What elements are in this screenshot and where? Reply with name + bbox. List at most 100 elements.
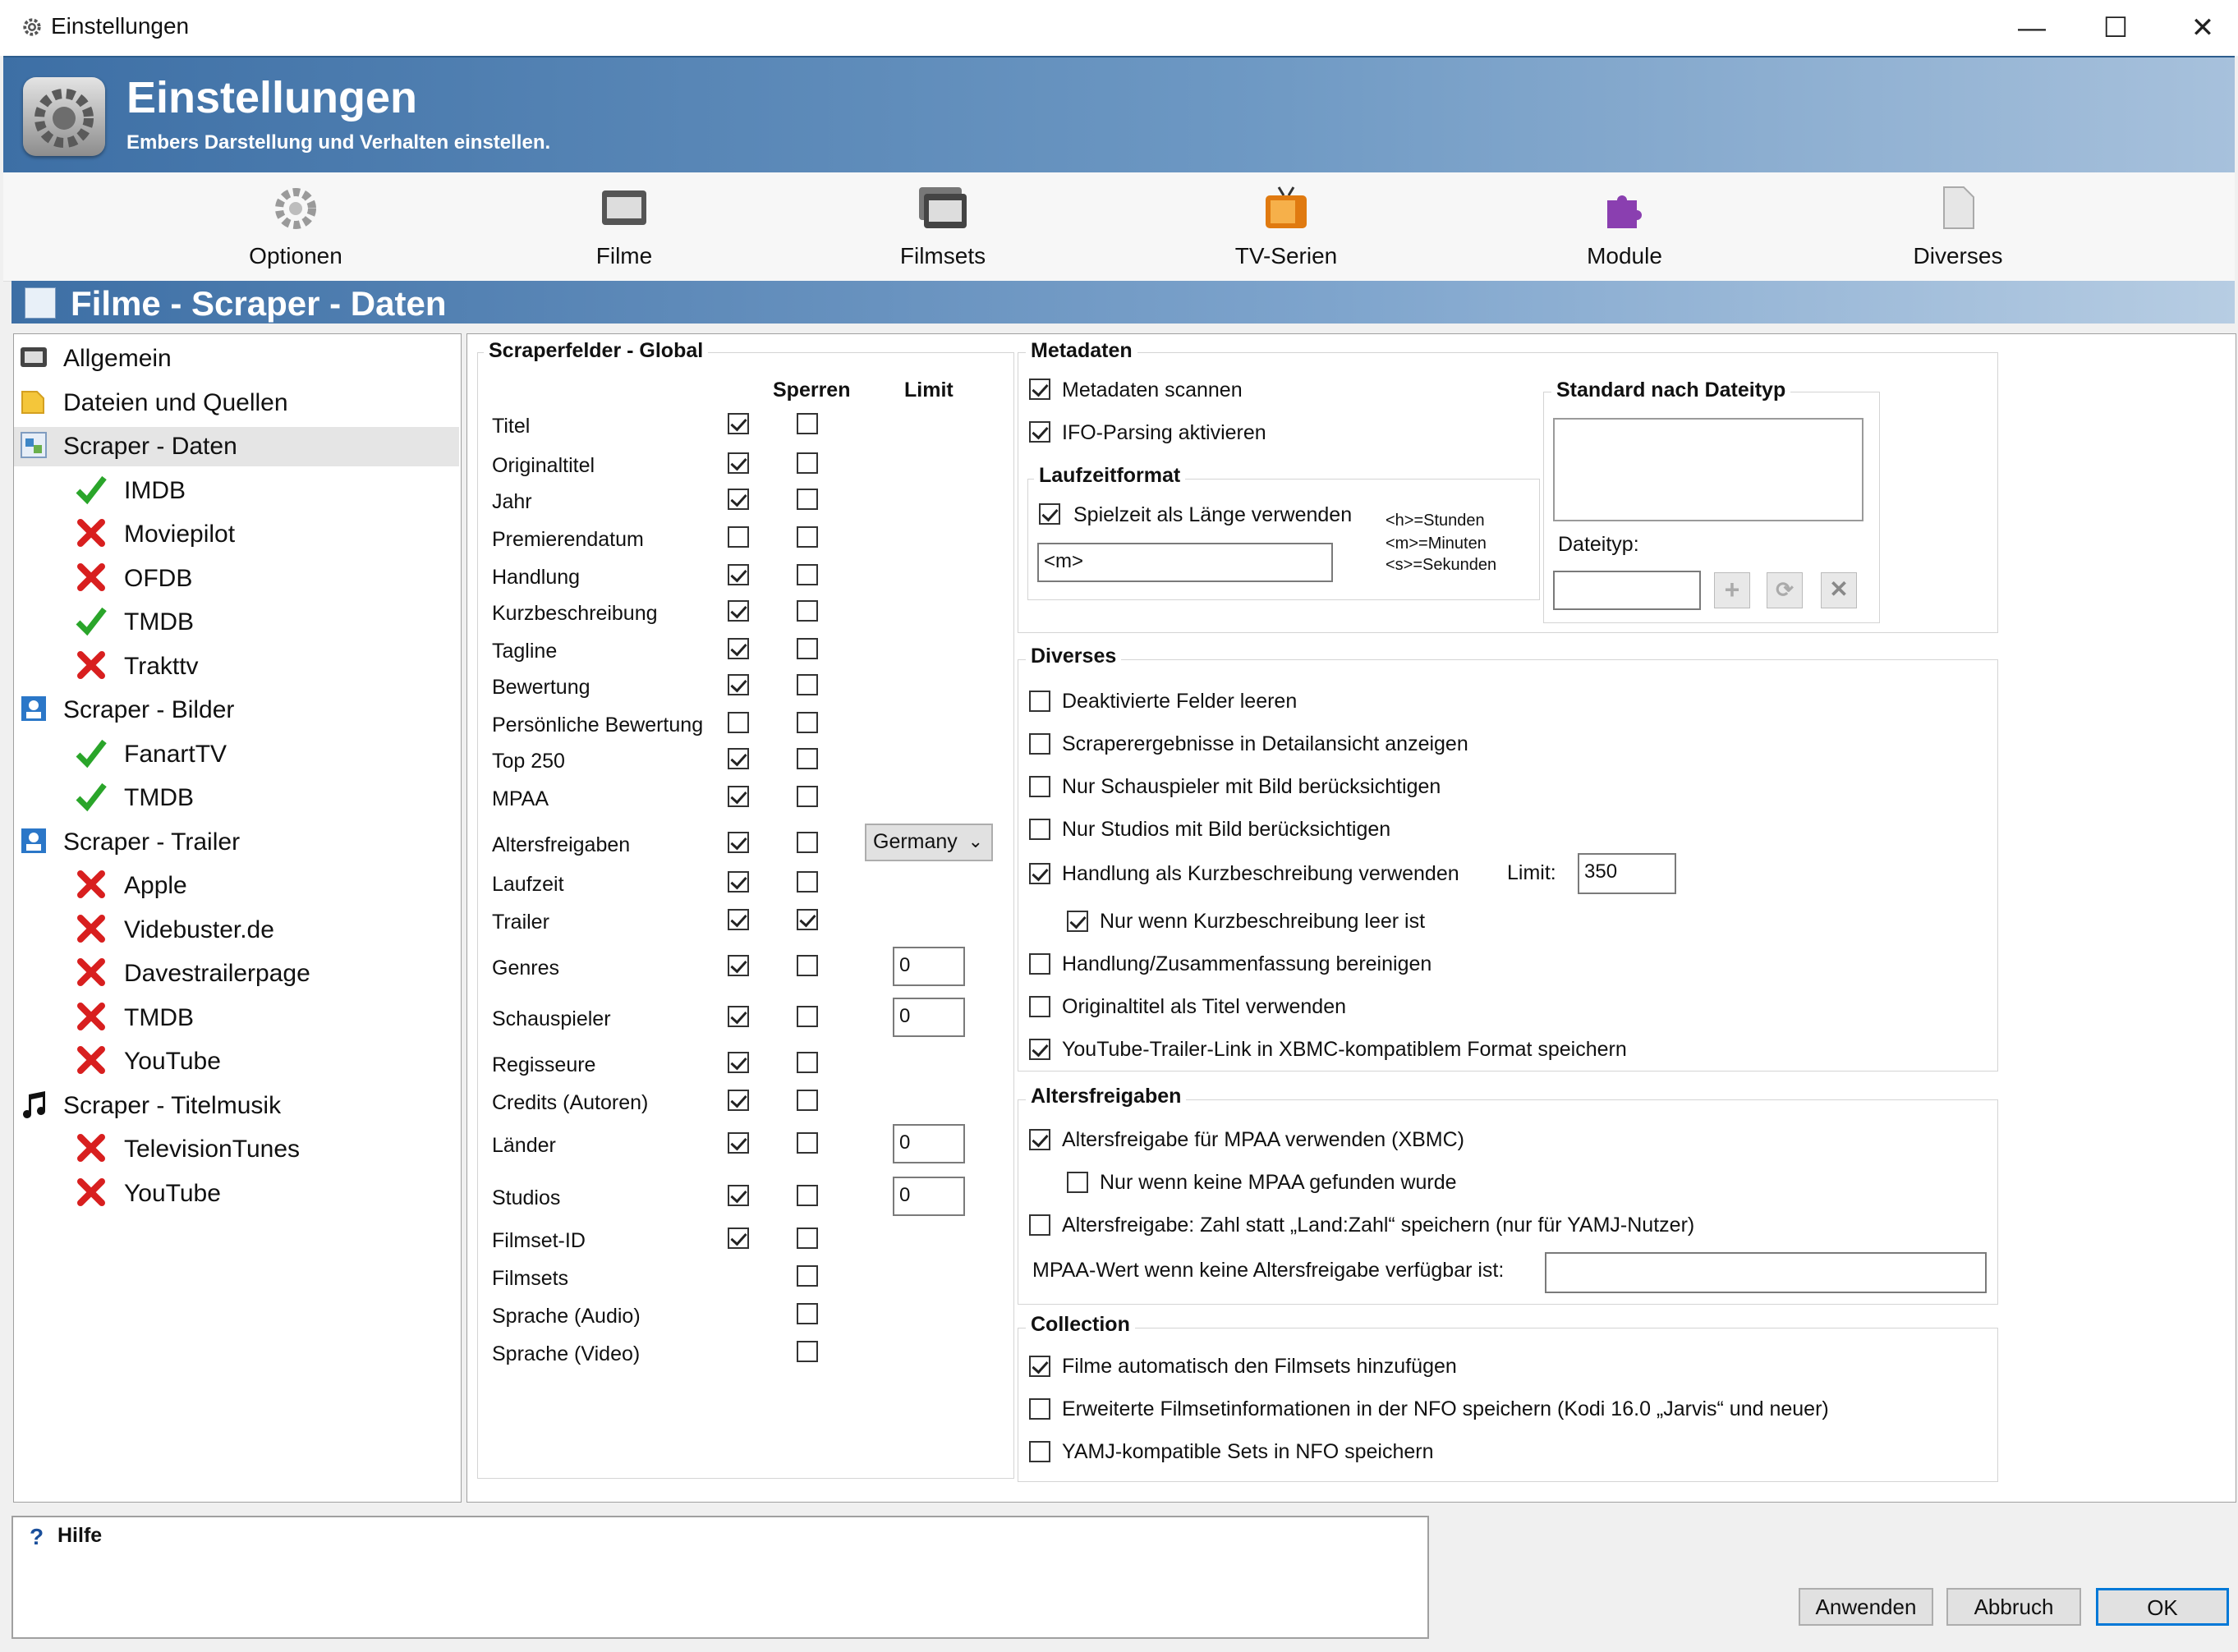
field-enabled-checkbox[interactable] <box>728 489 749 510</box>
field-enabled-checkbox[interactable] <box>728 748 749 769</box>
option-checkbox[interactable] <box>1067 1172 1088 1193</box>
option-checkbox[interactable] <box>1029 691 1050 712</box>
option-checkbox[interactable] <box>1029 1441 1050 1462</box>
toolbar-filmsets[interactable]: Filmsets <box>844 184 1041 276</box>
field-lock-checkbox[interactable] <box>797 452 818 474</box>
field-enabled-checkbox[interactable] <box>728 452 749 474</box>
tree-item[interactable]: Scraper - Bilder <box>14 691 459 730</box>
field-lock-checkbox[interactable] <box>797 871 818 893</box>
laufzeit-format-field[interactable]: <m> <box>1037 543 1333 582</box>
field-lock-checkbox[interactable] <box>797 413 818 434</box>
field-lock-checkbox[interactable] <box>797 1052 818 1073</box>
field-enabled-checkbox[interactable] <box>728 1185 749 1206</box>
field-lock-checkbox[interactable] <box>797 909 818 930</box>
field-limit-input[interactable]: 0 <box>893 1124 965 1163</box>
tree-item[interactable]: Videbuster.de <box>14 911 459 950</box>
field-enabled-checkbox[interactable] <box>728 1006 749 1027</box>
option-checkbox[interactable] <box>1029 1214 1050 1236</box>
tree-item[interactable]: Moviepilot <box>14 515 459 554</box>
tree-item[interactable]: TMDB <box>14 603 459 642</box>
dateityp-field[interactable] <box>1553 571 1701 610</box>
field-lock-checkbox[interactable] <box>797 564 818 585</box>
field-enabled-checkbox[interactable] <box>728 600 749 622</box>
option-checkbox[interactable] <box>1029 776 1050 797</box>
close-button[interactable]: ✕ <box>2170 7 2236 49</box>
field-enabled-checkbox[interactable] <box>728 1090 749 1111</box>
field-enabled-checkbox[interactable] <box>728 1228 749 1249</box>
field-enabled-checkbox[interactable] <box>728 638 749 659</box>
field-lock-checkbox[interactable] <box>797 786 818 807</box>
field-enabled-checkbox[interactable] <box>728 955 749 976</box>
field-lock-checkbox[interactable] <box>797 1006 818 1027</box>
field-lock-checkbox[interactable] <box>797 526 818 548</box>
field-lock-checkbox[interactable] <box>797 832 818 853</box>
field-limit-input[interactable]: 0 <box>893 1177 965 1216</box>
tree-item[interactable]: IMDB <box>14 471 459 511</box>
field-lock-checkbox[interactable] <box>797 1303 818 1324</box>
limit-field[interactable]: 350 <box>1578 853 1676 894</box>
ifo-parsing-checkbox[interactable] <box>1029 421 1050 443</box>
field-lock-checkbox[interactable] <box>797 674 818 695</box>
add-button[interactable]: + <box>1714 572 1750 608</box>
mpaa-fallback-field[interactable] <box>1545 1252 1987 1293</box>
option-checkbox[interactable] <box>1067 911 1088 932</box>
remove-button[interactable]: ✕ <box>1821 572 1857 608</box>
field-enabled-checkbox[interactable] <box>728 871 749 893</box>
option-checkbox[interactable] <box>1029 1398 1050 1420</box>
field-lock-checkbox[interactable] <box>797 1185 818 1206</box>
edit-button[interactable]: ⟳ <box>1767 572 1803 608</box>
toolbar-filme[interactable]: Filme <box>526 184 723 276</box>
field-lock-checkbox[interactable] <box>797 638 818 659</box>
field-lock-checkbox[interactable] <box>797 489 818 510</box>
option-checkbox[interactable] <box>1029 1039 1050 1060</box>
ok-button[interactable]: OK <box>2096 1588 2229 1626</box>
field-limit-input[interactable]: 0 <box>893 947 965 986</box>
toolbar-optionen[interactable]: Optionen <box>197 184 394 276</box>
field-lock-checkbox[interactable] <box>797 1090 818 1111</box>
apply-button[interactable]: Anwenden <box>1799 1588 1933 1626</box>
tree-item[interactable]: TelevisionTunes <box>14 1130 459 1169</box>
field-lock-checkbox[interactable] <box>797 955 818 976</box>
field-enabled-checkbox[interactable] <box>728 526 749 548</box>
tree-item[interactable]: Trakttv <box>14 647 459 686</box>
spielzeit-checkbox[interactable] <box>1039 503 1060 525</box>
tree-item[interactable]: Scraper - Trailer <box>14 823 459 862</box>
option-checkbox[interactable] <box>1029 1356 1050 1377</box>
field-enabled-checkbox[interactable] <box>728 832 749 853</box>
dateityp-list[interactable] <box>1553 418 1863 521</box>
tree-item[interactable]: Scraper - Titelmusik <box>14 1086 459 1126</box>
field-enabled-checkbox[interactable] <box>728 1132 749 1154</box>
country-dropdown[interactable]: Germany ⌄ <box>865 824 993 861</box>
option-checkbox[interactable] <box>1029 863 1050 884</box>
option-checkbox[interactable] <box>1029 819 1050 840</box>
field-enabled-checkbox[interactable] <box>728 413 749 434</box>
tree-item[interactable]: YouTube <box>14 1174 459 1214</box>
minimize-button[interactable]: — <box>1999 7 2065 49</box>
tree-item[interactable]: Dateien und Quellen <box>14 383 459 423</box>
field-enabled-checkbox[interactable] <box>728 909 749 930</box>
tree-item[interactable]: TMDB <box>14 998 459 1038</box>
field-enabled-checkbox[interactable] <box>728 786 749 807</box>
field-lock-checkbox[interactable] <box>797 1341 818 1362</box>
field-lock-checkbox[interactable] <box>797 600 818 622</box>
tree-item[interactable]: Davestrailerpage <box>14 954 459 993</box>
field-enabled-checkbox[interactable] <box>728 674 749 695</box>
maximize-button[interactable]: ☐ <box>2083 7 2148 49</box>
option-checkbox[interactable] <box>1029 953 1050 975</box>
tree-item[interactable]: Apple <box>14 866 459 906</box>
field-enabled-checkbox[interactable] <box>728 564 749 585</box>
tree-item[interactable]: Scraper - Daten <box>14 427 459 466</box>
field-limit-input[interactable]: 0 <box>893 998 965 1037</box>
tree-item[interactable]: FanartTV <box>14 735 459 774</box>
cancel-button[interactable]: Abbruch <box>1946 1588 2081 1626</box>
field-lock-checkbox[interactable] <box>797 1132 818 1154</box>
tree-item[interactable]: TMDB <box>14 778 459 818</box>
option-checkbox[interactable] <box>1029 996 1050 1017</box>
toolbar-module[interactable]: Module <box>1526 184 1723 276</box>
toolbar-tv-serien[interactable]: TV-Serien <box>1188 184 1385 276</box>
field-lock-checkbox[interactable] <box>797 748 818 769</box>
field-lock-checkbox[interactable] <box>797 712 818 733</box>
tree-item[interactable]: YouTube <box>14 1042 459 1081</box>
field-lock-checkbox[interactable] <box>797 1265 818 1287</box>
toolbar-diverses[interactable]: Diverses <box>1859 184 2056 276</box>
